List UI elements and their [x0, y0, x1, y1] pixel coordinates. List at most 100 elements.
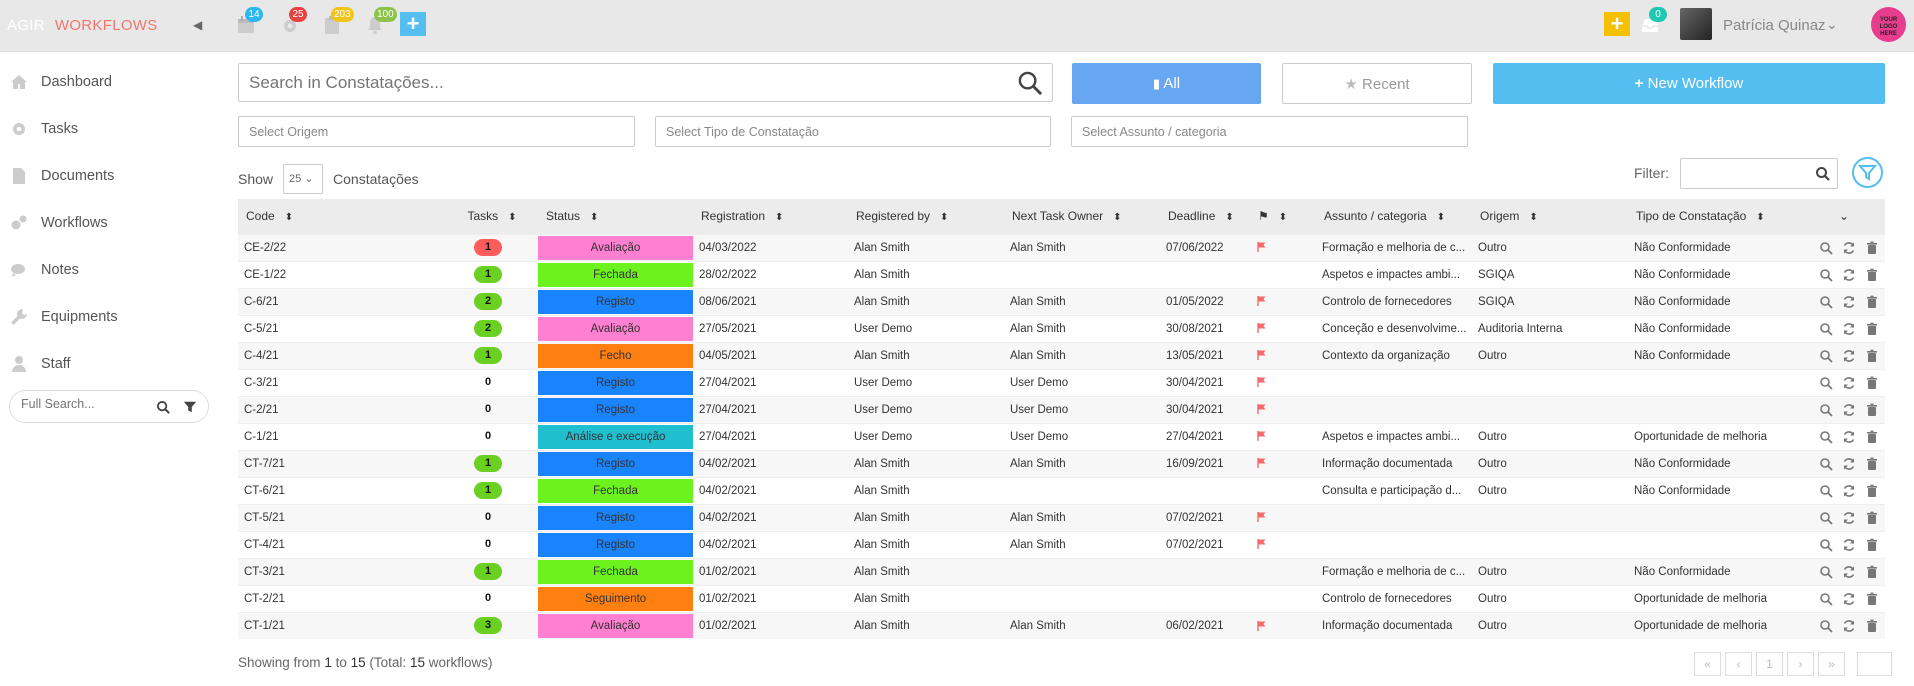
view-icon[interactable]: [1819, 268, 1833, 282]
tasks-count-badge[interactable]: 2: [474, 320, 502, 337]
columns-toggle[interactable]: ⌄: [1795, 199, 1885, 234]
view-icon[interactable]: [1819, 619, 1833, 633]
page-number[interactable]: 1: [1756, 652, 1783, 676]
tasks-count-badge[interactable]: 0: [474, 428, 502, 445]
refresh-icon[interactable]: [1842, 538, 1856, 552]
full-search-input[interactable]: [21, 397, 141, 411]
trash-icon[interactable]: [1865, 565, 1879, 579]
refresh-icon[interactable]: [1842, 565, 1856, 579]
recent-button[interactable]: ★ Recent: [1282, 63, 1472, 104]
tasks-count-badge[interactable]: 1: [474, 266, 502, 283]
table-row[interactable]: CT-1/21 3 Avaliação 01/02/2021 Alan Smith Ala…: [238, 611, 1885, 639]
tasks-count-badge[interactable]: 0: [474, 401, 502, 418]
search-icon[interactable]: [156, 400, 171, 415]
settings-icon[interactable]: 25: [280, 7, 307, 35]
view-icon[interactable]: [1819, 322, 1833, 336]
table-row[interactable]: CT-7/21 1 Registo 04/02/2021 Alan Smith Alan …: [238, 449, 1885, 477]
assunto-select[interactable]: Select Assunto / categoria: [1071, 116, 1468, 147]
chevron-down-icon[interactable]: ⌄: [1826, 16, 1838, 33]
table-row[interactable]: C-6/21 2 Registo 08/06/2021 Alan Smith Alan S…: [238, 287, 1885, 315]
col-header-origem[interactable]: Origem ⬍: [1472, 199, 1628, 234]
trash-icon[interactable]: [1865, 376, 1879, 390]
table-row[interactable]: CE-1/22 1 Fechada 28/02/2022 Alan Smith Aspet…: [238, 260, 1885, 288]
prev-page-button[interactable]: ‹: [1725, 652, 1752, 676]
last-page-button[interactable]: »: [1818, 652, 1845, 676]
refresh-icon[interactable]: [1842, 403, 1856, 417]
view-icon[interactable]: [1819, 484, 1833, 498]
sidebar-item-tasks[interactable]: Tasks: [10, 114, 78, 144]
refresh-icon[interactable]: [1842, 241, 1856, 255]
trash-icon[interactable]: [1865, 538, 1879, 552]
refresh-icon[interactable]: [1842, 457, 1856, 471]
col-header-assunto[interactable]: Assunto / categoria ⬍: [1316, 199, 1472, 234]
search-icon[interactable]: [1017, 70, 1044, 97]
sidebar-item-equipments[interactable]: Equipments: [10, 302, 118, 332]
page-jump-input[interactable]: [1857, 652, 1892, 676]
bell-icon[interactable]: 100: [365, 7, 397, 35]
view-icon[interactable]: [1819, 241, 1833, 255]
view-icon[interactable]: [1819, 295, 1833, 309]
tasks-count-badge[interactable]: 1: [474, 455, 502, 472]
table-row[interactable]: C-4/21 1 Fecho 04/05/2021 Alan Smith Alan Smi…: [238, 341, 1885, 369]
tasks-count-badge[interactable]: 1: [474, 482, 502, 499]
trash-icon[interactable]: [1865, 430, 1879, 444]
table-row[interactable]: CE-2/22 1 Avaliação 04/03/2022 Alan Smith Ala…: [238, 233, 1885, 261]
refresh-icon[interactable]: [1842, 322, 1856, 336]
refresh-icon[interactable]: [1842, 592, 1856, 606]
trash-icon[interactable]: [1865, 511, 1879, 525]
trash-icon[interactable]: [1865, 241, 1879, 255]
table-row[interactable]: CT-5/21 0 Registo 04/02/2021 Alan Smith Alan …: [238, 503, 1885, 531]
table-row[interactable]: CT-2/21 0 Seguimento 01/02/2021 Alan Smith Co…: [238, 584, 1885, 612]
origem-select[interactable]: Select Origem: [238, 116, 635, 147]
view-icon[interactable]: [1819, 403, 1833, 417]
tasks-count-badge[interactable]: 1: [474, 239, 502, 256]
refresh-icon[interactable]: [1842, 349, 1856, 363]
table-row[interactable]: C-2/21 0 Registo 27/04/2021 User Demo User De…: [238, 395, 1885, 423]
refresh-icon[interactable]: [1842, 511, 1856, 525]
trash-icon[interactable]: [1865, 619, 1879, 633]
trash-icon[interactable]: [1865, 349, 1879, 363]
tasks-count-badge[interactable]: 1: [474, 563, 502, 580]
search-icon[interactable]: [1815, 166, 1831, 182]
trash-icon[interactable]: [1865, 592, 1879, 606]
col-header-flag[interactable]: ⚑ ⬍: [1250, 199, 1316, 234]
table-row[interactable]: CT-4/21 0 Registo 04/02/2021 Alan Smith Alan …: [238, 530, 1885, 558]
table-row[interactable]: C-1/21 0 Análise e execução 27/04/2021 User …: [238, 422, 1885, 450]
tasks-count-badge[interactable]: 1: [474, 347, 502, 364]
view-icon[interactable]: [1819, 349, 1833, 363]
refresh-icon[interactable]: [1842, 619, 1856, 633]
view-icon[interactable]: [1819, 511, 1833, 525]
table-row[interactable]: C-3/21 0 Registo 27/04/2021 User Demo User De…: [238, 368, 1885, 396]
filter-icon[interactable]: [183, 400, 197, 414]
col-header-tipo[interactable]: Tipo de Constatação ⬍: [1628, 199, 1795, 234]
view-icon[interactable]: [1819, 376, 1833, 390]
page-size-select[interactable]: 25 ⌄: [283, 164, 324, 194]
view-icon[interactable]: [1819, 538, 1833, 552]
calendar-icon[interactable]: 14: [236, 7, 263, 35]
sidebar-item-notes[interactable]: Notes: [10, 255, 79, 285]
table-row[interactable]: CT-6/21 1 Fechada 04/02/2021 Alan Smith Consu…: [238, 476, 1885, 504]
trash-icon[interactable]: [1865, 268, 1879, 282]
refresh-icon[interactable]: [1842, 376, 1856, 390]
refresh-icon[interactable]: [1842, 268, 1856, 282]
next-page-button[interactable]: ›: [1787, 652, 1814, 676]
sidebar-item-workflows[interactable]: Workflows: [10, 208, 108, 238]
col-header-next-owner[interactable]: Next Task Owner ⬍: [1004, 199, 1160, 234]
collapse-sidebar-icon[interactable]: ◀: [193, 18, 202, 32]
add-button[interactable]: +: [1604, 12, 1630, 36]
col-header-status[interactable]: Status ⬍: [538, 199, 693, 234]
refresh-icon[interactable]: [1842, 295, 1856, 309]
trash-icon[interactable]: [1865, 457, 1879, 471]
sidebar-item-dashboard[interactable]: Dashboard: [10, 67, 112, 97]
inbox-icon[interactable]: 0: [1640, 7, 1667, 35]
new-workflow-button[interactable]: + New Workflow: [1493, 63, 1885, 104]
clipboard-icon[interactable]: 203: [322, 7, 354, 35]
tasks-count-badge[interactable]: 0: [474, 590, 502, 607]
main-search-input[interactable]: [249, 73, 949, 93]
tasks-count-badge[interactable]: 0: [474, 374, 502, 391]
app-brand[interactable]: AGIR WORKFLOWS: [7, 17, 158, 34]
col-header-deadline[interactable]: Deadline ⬍: [1160, 199, 1250, 234]
col-header-tasks[interactable]: Tasks ⬍: [438, 199, 538, 234]
advanced-filter-button[interactable]: [1852, 157, 1883, 188]
col-header-registration[interactable]: Registration ⬍: [693, 199, 848, 234]
